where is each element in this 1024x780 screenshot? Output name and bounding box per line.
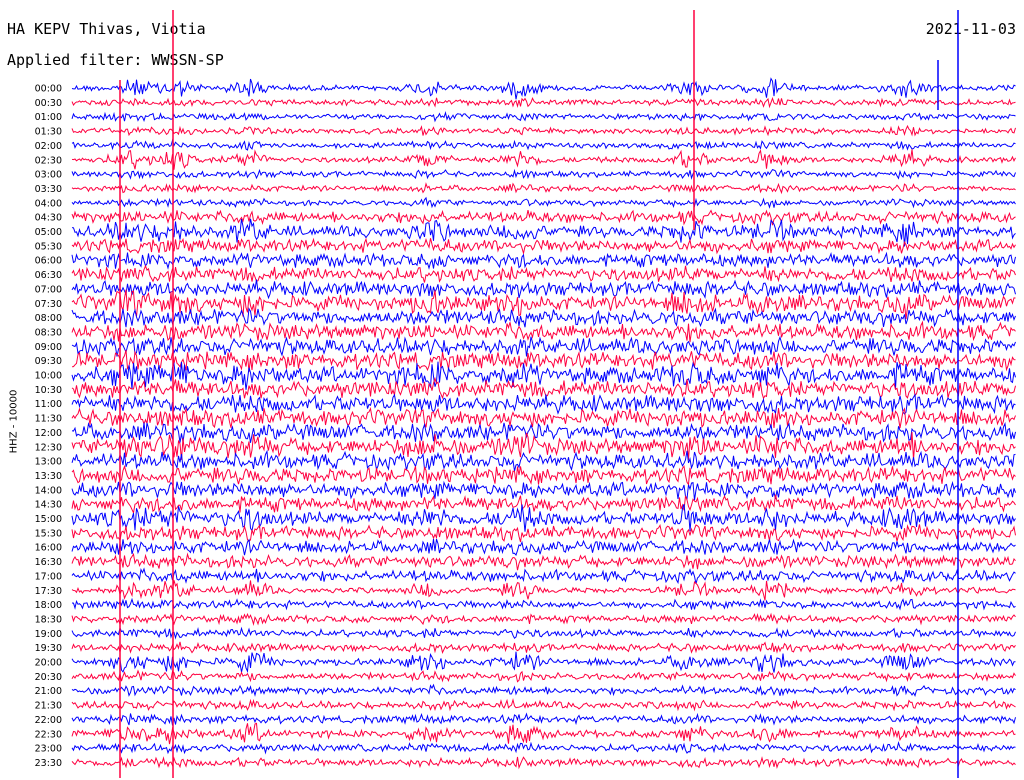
row-label-09:00: 09:00 xyxy=(35,342,62,353)
row-label-08:00: 08:00 xyxy=(35,313,62,324)
row-label-09:30: 09:30 xyxy=(35,356,62,367)
row-label-14:30: 14:30 xyxy=(35,500,62,511)
row-label-23:00: 23:00 xyxy=(35,744,62,755)
row-label-04:00: 04:00 xyxy=(35,198,62,209)
row-label-01:00: 01:00 xyxy=(35,112,62,123)
trace-22:00 xyxy=(71,712,1016,726)
row-label-21:30: 21:30 xyxy=(35,701,62,712)
row-label-10:00: 10:00 xyxy=(35,371,62,382)
row-label-17:00: 17:00 xyxy=(35,571,62,582)
trace-01:00 xyxy=(71,110,1016,123)
row-label-02:00: 02:00 xyxy=(35,141,62,152)
row-label-20:00: 20:00 xyxy=(35,658,62,669)
trace-11:00 xyxy=(71,393,1016,415)
trace-13:00 xyxy=(71,449,1016,472)
trace-17:00 xyxy=(71,567,1016,585)
trace-21:00 xyxy=(71,683,1016,697)
trace-22:30 xyxy=(71,722,1016,745)
trace-08:00 xyxy=(71,307,1016,328)
trace-20:00 xyxy=(71,651,1016,674)
row-label-13:30: 13:30 xyxy=(35,471,62,482)
trace-16:30 xyxy=(71,552,1016,571)
trace-00:00 xyxy=(71,77,1016,100)
trace-03:00 xyxy=(71,168,1016,180)
trace-group xyxy=(71,10,1016,778)
row-label-08:30: 08:30 xyxy=(35,327,62,338)
trace-07:00 xyxy=(71,279,1016,300)
trace-09:00 xyxy=(71,335,1016,357)
trace-09:30 xyxy=(71,349,1016,372)
row-label-02:30: 02:30 xyxy=(35,155,62,166)
row-label-22:00: 22:00 xyxy=(35,715,62,726)
trace-19:00 xyxy=(71,626,1016,640)
trace-03:30 xyxy=(71,182,1016,195)
trace-00:30 xyxy=(71,96,1016,109)
row-label-05:30: 05:30 xyxy=(35,241,62,252)
row-label-06:30: 06:30 xyxy=(35,270,62,281)
row-label-11:00: 11:00 xyxy=(35,399,62,410)
row-label-03:00: 03:00 xyxy=(35,170,62,181)
row-label-12:30: 12:30 xyxy=(35,442,62,453)
trace-19:30 xyxy=(71,641,1016,654)
row-label-13:00: 13:00 xyxy=(35,457,62,468)
row-label-18:00: 18:00 xyxy=(35,600,62,611)
seismogram-plot: 00:00 00:30 01:00 01:30 02:00 02:30 03:00 03:30… xyxy=(35,10,1016,778)
trace-04:00 xyxy=(71,196,1016,209)
trace-10:30 xyxy=(71,376,1016,400)
row-label-07:30: 07:30 xyxy=(35,299,62,310)
row-label-15:30: 15:30 xyxy=(35,528,62,539)
row-label-01:30: 01:30 xyxy=(35,127,62,138)
trace-05:30 xyxy=(71,237,1016,256)
trace-13:30 xyxy=(71,464,1016,487)
row-label-00:00: 00:00 xyxy=(35,84,62,95)
row-label-03:30: 03:30 xyxy=(35,184,62,195)
trace-02:00 xyxy=(71,138,1016,151)
trace-02:30 xyxy=(71,149,1016,170)
row-label-16:30: 16:30 xyxy=(35,557,62,568)
trace-17:30 xyxy=(71,580,1016,601)
trace-18:00 xyxy=(71,597,1016,611)
trace-06:30 xyxy=(71,264,1016,283)
trace-20:30 xyxy=(71,669,1016,683)
row-label-23:30: 23:30 xyxy=(35,758,62,769)
trace-15:30 xyxy=(71,524,1016,543)
row-label-22:30: 22:30 xyxy=(35,729,62,740)
trace-06:00 xyxy=(71,251,1016,270)
trace-23:30 xyxy=(71,756,1016,770)
row-label-06:00: 06:00 xyxy=(35,256,62,267)
row-label-19:30: 19:30 xyxy=(35,643,62,654)
row-label-21:00: 21:00 xyxy=(35,686,62,697)
row-label-20:30: 20:30 xyxy=(35,672,62,683)
row-label-04:30: 04:30 xyxy=(35,213,62,224)
trace-18:30 xyxy=(71,612,1016,626)
row-label-12:00: 12:00 xyxy=(35,428,62,439)
trace-15:00 xyxy=(71,504,1016,533)
tick-label-group: 00:00 00:30 01:00 01:30 02:00 02:30 03:00 03:30… xyxy=(35,84,62,769)
row-label-11:30: 11:30 xyxy=(35,414,62,425)
row-label-19:00: 19:00 xyxy=(35,629,62,640)
trace-11:30 xyxy=(71,407,1016,429)
trace-16:00 xyxy=(71,538,1016,556)
trace-23:00 xyxy=(71,740,1016,755)
row-label-05:00: 05:00 xyxy=(35,227,62,238)
row-label-14:00: 14:00 xyxy=(35,485,62,496)
row-label-07:00: 07:00 xyxy=(35,284,62,295)
trace-01:30 xyxy=(71,124,1016,137)
row-label-18:30: 18:30 xyxy=(35,614,62,625)
trace-14:00 xyxy=(71,480,1016,501)
row-label-10:30: 10:30 xyxy=(35,385,62,396)
row-label-17:30: 17:30 xyxy=(35,586,62,597)
row-label-00:30: 00:30 xyxy=(35,98,62,109)
row-label-16:00: 16:00 xyxy=(35,543,62,554)
trace-04:30 xyxy=(71,209,1016,226)
trace-21:30 xyxy=(71,697,1016,712)
row-label-15:00: 15:00 xyxy=(35,514,62,525)
trace-08:30 xyxy=(71,320,1016,343)
